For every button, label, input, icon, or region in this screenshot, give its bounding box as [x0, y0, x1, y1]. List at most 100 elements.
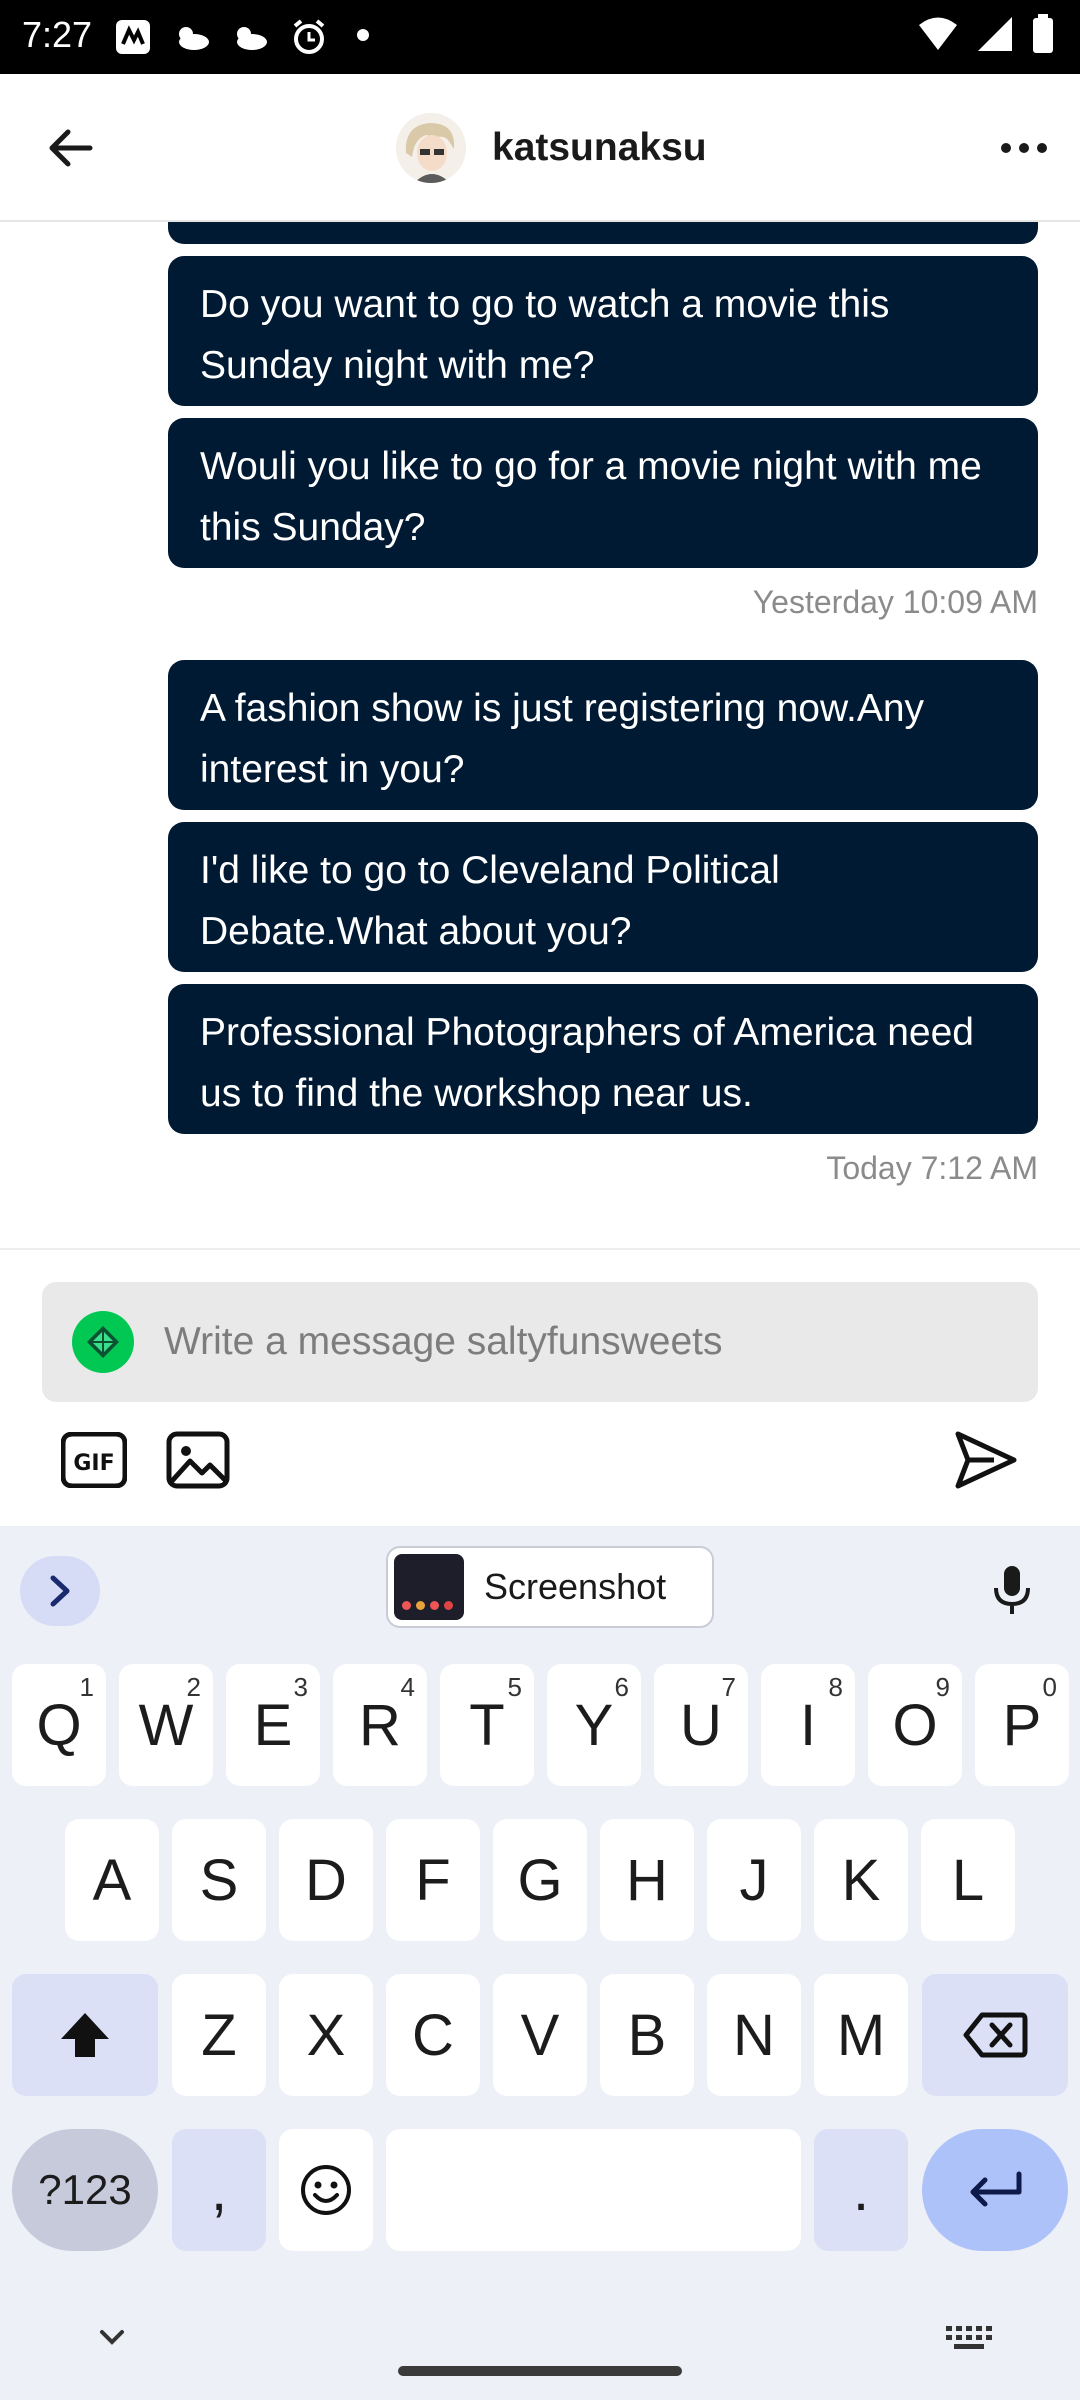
message-list[interactable]: Do you want to go to watch a movie this … — [0, 222, 1080, 1248]
keyboard-switch-button[interactable] — [944, 2322, 992, 2352]
battery-icon — [1032, 13, 1054, 59]
message-input-box[interactable] — [42, 1282, 1038, 1402]
key-o[interactable]: O9 — [868, 1664, 962, 1786]
key-label: T — [469, 1692, 505, 1758]
more-dot — [1019, 143, 1029, 153]
message-text: Do you want to go to watch a movie this … — [200, 283, 890, 387]
key-hint: 8 — [828, 1672, 843, 1702]
image-icon — [166, 1431, 230, 1489]
send-button[interactable] — [950, 1424, 1022, 1496]
message-timestamp: Yesterday 10:09 AM — [752, 584, 1038, 620]
message-bubble[interactable]: Do you want to go to watch a movie this … — [168, 256, 1038, 406]
send-icon — [955, 1431, 1017, 1489]
message-bubble[interactable]: Wouli you like to go for a movie night w… — [168, 418, 1038, 568]
key-b[interactable]: B — [600, 1974, 694, 2096]
back-button[interactable] — [38, 116, 102, 180]
key-a[interactable]: A — [65, 1819, 159, 1941]
comma-key[interactable]: , — [172, 2129, 266, 2251]
message-bubble[interactable]: A fashion show is just registering now.A… — [168, 660, 1038, 810]
key-q[interactable]: Q1 — [12, 1664, 106, 1786]
key-h[interactable]: H — [600, 1819, 694, 1941]
message-text: Wouli you like to go for a movie night w… — [200, 445, 982, 549]
key-w[interactable]: W2 — [119, 1664, 213, 1786]
key-d[interactable]: D — [279, 1819, 373, 1941]
backspace-icon — [963, 2012, 1028, 2058]
message-timestamp: Today 7:12 AM — [826, 1150, 1038, 1186]
key-m[interactable]: M — [814, 1974, 908, 2096]
status-right-icons — [918, 13, 1054, 59]
avatar[interactable] — [396, 113, 466, 183]
period-key[interactable]: . — [814, 2129, 908, 2251]
message-bubble-partial[interactable] — [168, 222, 1038, 244]
thumb-dot — [416, 1601, 425, 1610]
shift-icon — [61, 2013, 109, 2057]
key-hint: 9 — [935, 1672, 950, 1702]
chevron-down-icon — [100, 2330, 124, 2345]
key-z[interactable]: Z — [172, 1974, 266, 2096]
enter-key[interactable] — [922, 2129, 1068, 2251]
key-f[interactable]: F — [386, 1819, 480, 1941]
key-i[interactable]: I8 — [761, 1664, 855, 1786]
key-c[interactable]: C — [386, 1974, 480, 2096]
key-s[interactable]: S — [172, 1819, 266, 1941]
emoji-key[interactable] — [279, 2129, 373, 2251]
key-hint: 0 — [1042, 1672, 1057, 1702]
message-bubble[interactable]: Professional Photographers of America ne… — [168, 984, 1038, 1134]
notification-dot-icon — [356, 28, 370, 42]
key-g[interactable]: G — [493, 1819, 587, 1941]
key-j[interactable]: J — [707, 1819, 801, 1941]
key-hint: 3 — [293, 1672, 308, 1702]
key-r[interactable]: R4 — [333, 1664, 427, 1786]
key-hint: 7 — [721, 1672, 736, 1702]
status-bar: 7:27 — [0, 0, 1080, 74]
gesture-bar[interactable] — [398, 2366, 682, 2376]
key-y[interactable]: Y6 — [547, 1664, 641, 1786]
clipboard-suggestion[interactable]: Screenshot — [386, 1546, 714, 1628]
message-bubble[interactable]: I'd like to go to Cleveland Political De… — [168, 822, 1038, 972]
key-l[interactable]: L — [921, 1819, 1015, 1941]
key-e[interactable]: E3 — [226, 1664, 320, 1786]
key-label: W — [138, 1692, 194, 1758]
emoji-icon — [301, 2165, 351, 2215]
key-v[interactable]: V — [493, 1974, 587, 2096]
image-button[interactable] — [162, 1424, 234, 1496]
expand-toolbar-button[interactable] — [20, 1556, 100, 1626]
key-label: Y — [574, 1692, 614, 1758]
key-label: E — [253, 1692, 293, 1758]
keyboard-icon — [946, 2326, 992, 2349]
key-label: Q — [36, 1692, 82, 1758]
chat-peer[interactable]: katsunaksu — [396, 110, 707, 186]
hide-keyboard-button[interactable] — [92, 2322, 132, 2352]
app-notification-icon — [114, 18, 152, 56]
voice-input-button[interactable] — [984, 1562, 1040, 1618]
key-u[interactable]: U7 — [654, 1664, 748, 1786]
backspace-key[interactable] — [922, 1974, 1068, 2096]
key-x[interactable]: X — [279, 1974, 373, 2096]
keyboard-nav-row — [0, 2296, 1080, 2400]
chat-header: katsunaksu — [0, 74, 1080, 222]
enter-icon — [970, 2171, 1022, 2207]
arrow-left-icon — [49, 129, 93, 167]
message-input[interactable] — [164, 1320, 1024, 1364]
user-badge-icon — [72, 1311, 134, 1373]
key-p[interactable]: P0 — [975, 1664, 1069, 1786]
alarm-icon — [290, 18, 328, 56]
gif-button[interactable]: GIF — [58, 1424, 130, 1496]
gif-icon: GIF — [61, 1432, 127, 1488]
key-hint: 2 — [186, 1672, 201, 1702]
more-options-button[interactable] — [994, 126, 1054, 170]
svg-text:GIF: GIF — [73, 1451, 114, 1476]
key-k[interactable]: K — [814, 1819, 908, 1941]
key-label: P — [1002, 1692, 1042, 1758]
microphone-icon — [994, 1566, 1030, 1614]
key-n[interactable]: N — [707, 1974, 801, 2096]
key-t[interactable]: T5 — [440, 1664, 534, 1786]
shift-key[interactable] — [12, 1974, 158, 2096]
status-time: 7:27 — [22, 14, 93, 55]
symbols-key[interactable]: ?123 — [12, 2129, 158, 2251]
thumb-dot — [430, 1601, 439, 1610]
key-label: I — [799, 1692, 817, 1758]
key-label: R — [359, 1692, 401, 1758]
space-key[interactable] — [386, 2129, 801, 2251]
message-text: Professional Photographers of America ne… — [200, 1011, 974, 1115]
